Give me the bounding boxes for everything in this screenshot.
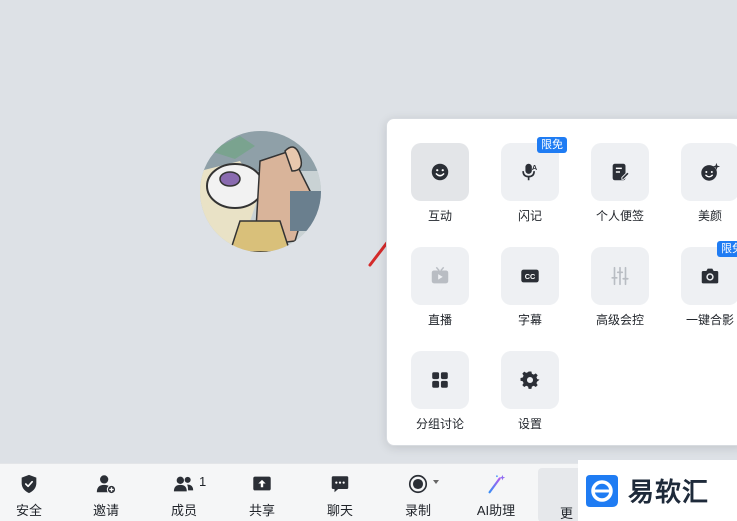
tile-breakout-rooms[interactable]: 分组讨论 (387, 327, 477, 431)
share-button[interactable]: 共享 (233, 464, 291, 521)
svg-text:A: A (532, 163, 538, 172)
share-icon (253, 476, 271, 491)
interaction-button[interactable] (411, 143, 469, 201)
members-button[interactable]: 1 成员 (155, 464, 213, 521)
tile-label: 设置 (517, 417, 542, 431)
grid-icon (432, 372, 448, 388)
more-button[interactable]: 更 (538, 468, 582, 521)
ai-wand-icon (488, 474, 506, 494)
shield-icon (21, 474, 37, 494)
participant-avatar (200, 131, 321, 252)
mic-icon: A (522, 163, 538, 181)
breakout-rooms-button[interactable] (411, 351, 469, 409)
cc-icon: CC (521, 269, 539, 283)
advanced-control-button[interactable] (591, 247, 649, 305)
smile-icon (431, 163, 449, 181)
record-icon (408, 474, 428, 494)
member-count: 1 (199, 474, 207, 489)
tile-group-photo[interactable]: 限免 一键合影 (657, 223, 737, 327)
tile-label: 一键合影 (685, 313, 734, 327)
note-icon (612, 163, 630, 181)
watermark: 易软汇 (578, 460, 737, 521)
members-icon (173, 476, 194, 492)
tv-icon (431, 266, 449, 284)
flash-notes-button[interactable]: A 限免 (501, 137, 567, 201)
group-photo-button[interactable]: 限免 (681, 241, 737, 305)
watermark-logo-icon (586, 474, 618, 507)
tile-personal-notes[interactable]: 个人便签 (567, 119, 657, 223)
chat-button[interactable]: 聊天 (311, 464, 369, 521)
sparkle-face-icon (701, 162, 721, 181)
camera-icon (701, 268, 719, 284)
subtitles-button[interactable]: CC (501, 247, 559, 305)
gear-icon (520, 371, 540, 389)
security-button[interactable]: 安全 (0, 464, 58, 521)
tile-beauty[interactable]: 美颜 (657, 119, 737, 223)
toolbar-label: 安全 (15, 503, 42, 518)
svg-text:CC: CC (525, 272, 536, 281)
sliders-icon (611, 266, 629, 286)
settings-button[interactable] (501, 351, 559, 409)
toolbar-label: 更 (560, 506, 574, 521)
tile-flash-notes[interactable]: A 限免 闪记 (477, 119, 567, 223)
chevron-down-icon[interactable] (433, 480, 439, 484)
record-button[interactable]: 录制 (389, 464, 447, 521)
toolbar-label: 聊天 (326, 503, 353, 518)
free-badge: 限免 (717, 241, 737, 257)
tile-interaction[interactable]: 互动 (387, 119, 477, 223)
live-button[interactable] (411, 247, 469, 305)
tile-subtitles[interactable]: CC 字幕 (477, 223, 567, 327)
toolbar-label: 邀请 (92, 503, 119, 518)
invite-button[interactable]: 邀请 (77, 464, 135, 521)
personal-notes-button[interactable] (591, 143, 649, 201)
more-features-panel: 互动 A 限免 闪记 个人便签 美颜 直播 CC 字幕 高级会控 限 一键合影 … (386, 118, 737, 446)
beauty-button[interactable] (681, 143, 737, 201)
free-badge: 限免 (537, 137, 567, 153)
add-user-icon (96, 475, 117, 495)
ai-assistant-button[interactable]: AI助理 (467, 464, 525, 521)
toolbar-label: 共享 (248, 503, 275, 518)
tile-live[interactable]: 直播 (387, 223, 477, 327)
tile-label: 美颜 (697, 209, 722, 223)
toolbar-label: 录制 (404, 503, 431, 518)
watermark-text: 易软汇 (628, 478, 710, 508)
chat-icon (331, 476, 349, 493)
toolbar-label: AI助理 (476, 503, 516, 518)
tile-settings[interactable]: 设置 (477, 327, 567, 431)
tile-advanced-control[interactable]: 高级会控 (567, 223, 657, 327)
toolbar-label: 成员 (170, 503, 197, 518)
